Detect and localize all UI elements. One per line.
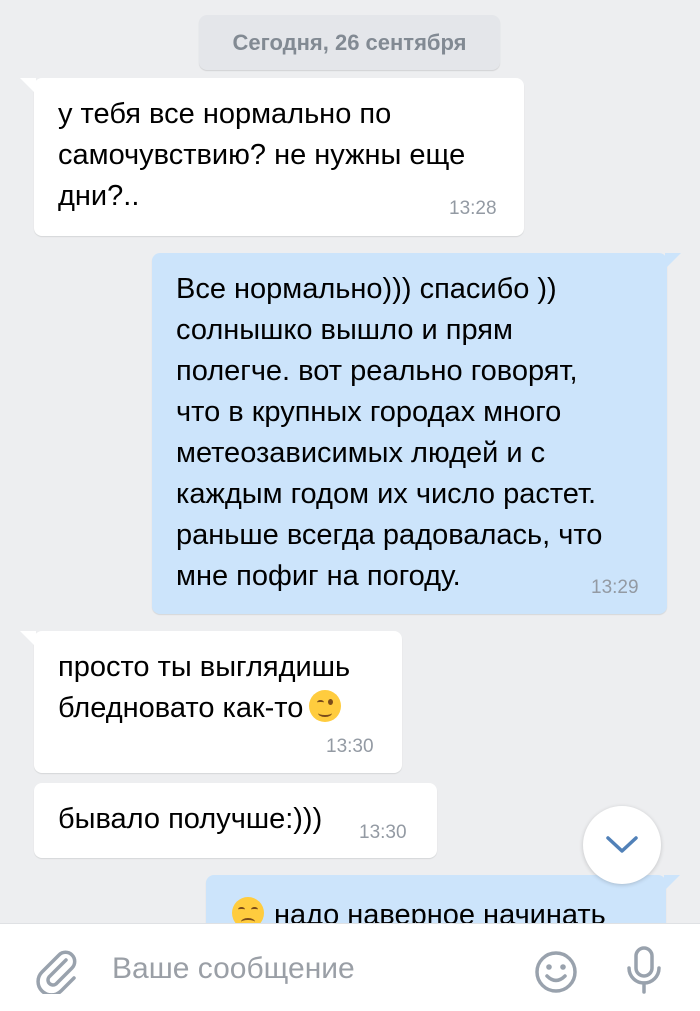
message-text: надо наверное начинать (274, 899, 606, 923)
message-time: 13:30 (359, 822, 407, 843)
message-body: надо наверное начинать (232, 895, 606, 923)
message-input[interactable]: Ваше сообщение (112, 952, 355, 986)
emoji-button[interactable] (532, 948, 580, 996)
incoming-message[interactable]: бывало получше:))) 13:30 (34, 783, 437, 858)
message-text: просто ты выглядишь бледновато как-то (58, 651, 351, 724)
date-separator-label: Сегодня, 26 сентября (232, 29, 467, 55)
microphone-icon (627, 946, 661, 994)
date-separator: Сегодня, 26 сентября (199, 15, 500, 70)
voice-record-button[interactable] (620, 944, 668, 996)
winking-face-icon (309, 690, 342, 722)
bubble-tail (20, 78, 36, 94)
bubble-tail (665, 253, 681, 269)
unamused-face-icon (232, 897, 264, 923)
message-text: бывало получше:))) (58, 803, 323, 835)
message-text: Все нормально))) спасибо )) солнышко выш… (176, 273, 603, 592)
message-time: 13:30 (326, 736, 374, 757)
message-composer: Ваше сообщение (0, 923, 700, 1011)
chevron-down-icon (606, 836, 638, 853)
incoming-message[interactable]: просто ты выглядишь бледновато как-то 13… (20, 631, 402, 773)
paperclip-icon (36, 950, 77, 997)
smile-icon (535, 951, 577, 993)
message-list[interactable]: Сегодня, 26 сентября у тебя все нормальн… (0, 0, 700, 923)
bubble-tail (664, 875, 680, 891)
scroll-down-button[interactable] (583, 806, 661, 884)
outgoing-message[interactable]: Все нормально))) спасибо )) солнышко выш… (152, 253, 681, 614)
incoming-message[interactable]: у тебя все нормально по самочувствию? не… (20, 78, 524, 236)
message-time: 13:29 (591, 577, 639, 598)
outgoing-message[interactable]: надо наверное начинать (206, 875, 680, 923)
message-time: 13:28 (449, 198, 497, 219)
message-text: у тебя все нормально по самочувствию? не… (58, 98, 466, 212)
bubble-tail (20, 631, 36, 647)
attach-button[interactable] (32, 946, 80, 997)
message-body: просто ты выглядишь бледновато как-то (58, 647, 350, 729)
